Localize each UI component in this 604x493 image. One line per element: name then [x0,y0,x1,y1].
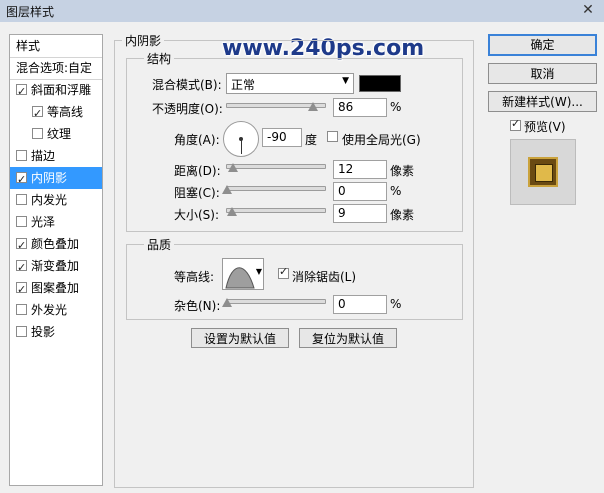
style-item-checkbox[interactable] [32,103,43,125]
contour-label: 等高线: [174,270,215,284]
blend-mode-select[interactable]: 正常 ▼ [226,73,354,94]
distance-slider-thumb[interactable] [228,163,238,172]
style-item[interactable]: 颜色叠加 [10,233,102,257]
style-item[interactable]: 描边 [10,145,102,167]
angle-unit: 度 [305,133,318,147]
style-item-checkbox[interactable] [16,169,27,191]
style-item-checkbox[interactable] [16,235,27,257]
style-item-label: 渐变叠加 [31,259,80,273]
style-item[interactable]: 外发光 [10,299,102,321]
structure-title: 结构 [144,50,175,67]
opacity-input[interactable]: 86 [333,98,387,117]
global-light-label: 使用全局光(G) [342,133,421,147]
noise-unit: % [390,297,402,311]
style-item-label: 描边 [31,149,56,163]
preview-swatch-inner [535,164,553,182]
choke-slider-thumb[interactable] [222,185,232,194]
inner-shadow-title: 内阴影 [122,32,165,49]
angle-dial-center [239,137,243,141]
opacity-unit: % [390,100,402,114]
choke-unit: % [390,184,402,198]
set-default-button[interactable]: 设置为默认值 [191,328,289,348]
blend-options-label: 混合选项:自定 [16,61,93,75]
contour-curve-icon [225,267,255,289]
ok-button[interactable]: 确定 [488,34,597,56]
close-icon[interactable]: ✕ [578,1,598,19]
preview-label: 预览(V) [524,120,566,134]
styles-header[interactable]: 样式 [10,35,102,58]
style-item-checkbox[interactable] [16,279,27,301]
antialias-label: 消除锯齿(L) [292,270,357,284]
antialias-checkbox[interactable] [278,265,289,279]
reset-default-button[interactable]: 复位为默认值 [299,328,397,348]
style-item[interactable]: 投影 [10,321,102,343]
title-bar: 图层样式 ✕ [0,0,604,22]
blend-mode-value: 正常 [231,78,256,92]
size-slider-thumb[interactable] [227,207,237,216]
style-item-label: 内阴影 [31,171,68,185]
distance-input[interactable]: 12 [333,160,387,179]
styles-list: 样式 混合选项:自定 斜面和浮雕等高线纹理描边内阴影内发光光泽颜色叠加渐变叠加图… [9,34,103,486]
window-title: 图层样式 [6,5,55,19]
style-item-label: 纹理 [47,127,72,141]
style-item-label: 内发光 [31,193,68,207]
cancel-button[interactable]: 取消 [488,63,597,84]
style-item[interactable]: 内阴影 [10,167,102,191]
angle-label: 角度(A): [174,133,220,147]
noise-slider[interactable] [226,299,326,304]
new-style-button[interactable]: 新建样式(W)... [488,91,597,112]
styles-header-label: 样式 [16,39,41,53]
style-item-label: 颜色叠加 [31,237,80,251]
style-item-checkbox[interactable] [32,128,43,139]
preview-swatch [528,157,558,187]
style-item-label: 外发光 [31,303,68,317]
chevron-down-icon: ▼ [342,76,349,86]
distance-unit: 像素 [390,164,415,178]
style-item-label: 光泽 [31,215,56,229]
style-item[interactable]: 图案叠加 [10,277,102,301]
preview-checkbox[interactable] [510,117,521,131]
choke-slider[interactable] [226,186,326,191]
style-item-label: 投影 [31,325,56,339]
shadow-color-swatch[interactable] [359,75,401,92]
distance-slider[interactable] [226,164,326,169]
style-item[interactable]: 内发光 [10,189,102,211]
size-input[interactable]: 9 [333,204,387,223]
size-slider[interactable] [226,208,326,213]
contour-picker[interactable]: ▼ [222,258,264,290]
noise-input[interactable]: 0 [333,295,387,314]
style-item[interactable]: 渐变叠加 [10,255,102,279]
style-item-checkbox[interactable] [16,81,27,103]
contour-dropdown-icon[interactable]: ▼ [256,267,262,276]
global-light-checkbox[interactable] [327,131,338,142]
preview-thumbnail [510,139,576,205]
style-item-label: 图案叠加 [31,281,80,295]
style-item-label: 斜面和浮雕 [31,83,92,97]
noise-slider-thumb[interactable] [222,298,232,307]
quality-title: 品质 [144,236,175,253]
angle-dial[interactable] [223,121,259,157]
style-item[interactable]: 纹理 [10,123,102,145]
choke-input[interactable]: 0 [333,182,387,201]
size-unit: 像素 [390,208,415,222]
opacity-label: 不透明度(O): [152,102,223,116]
style-item-checkbox[interactable] [16,194,27,205]
distance-label: 距离(D): [174,164,221,178]
style-item-label: 等高线 [47,105,84,119]
style-item-checkbox[interactable] [16,326,27,337]
angle-input[interactable]: -90 [262,128,302,147]
style-item[interactable]: 斜面和浮雕 [10,79,102,103]
noise-label: 杂色(N): [174,299,221,313]
size-label: 大小(S): [174,208,220,222]
blend-mode-label: 混合模式(B): [152,78,222,92]
choke-label: 阻塞(C): [174,186,220,200]
style-item-checkbox[interactable] [16,304,27,315]
style-item[interactable]: 光泽 [10,211,102,233]
style-item-checkbox[interactable] [16,216,27,227]
style-item[interactable]: 等高线 [10,101,102,125]
style-item-checkbox[interactable] [16,257,27,279]
blend-options-item[interactable]: 混合选项:自定 [10,57,102,80]
opacity-slider-thumb[interactable] [308,102,318,111]
style-item-checkbox[interactable] [16,150,27,161]
